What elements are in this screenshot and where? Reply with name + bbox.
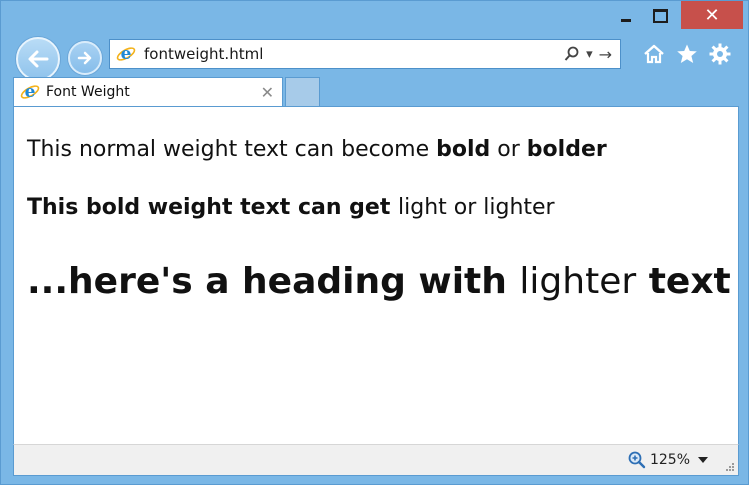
tab-ie-logo-icon: e [20, 82, 40, 102]
connector-text: or [490, 137, 527, 162]
bold-text: bold [436, 137, 491, 162]
svg-text:e: e [121, 44, 132, 64]
go-arrow-icon[interactable]: → [599, 45, 612, 64]
status-bar: 125% [13, 444, 739, 476]
bolder-text: bolder [526, 137, 607, 162]
maximize-button[interactable] [643, 1, 677, 31]
minimize-icon [621, 18, 631, 22]
toolbar-icons [637, 41, 737, 67]
svg-text:e: e [25, 82, 36, 102]
forward-button[interactable] [68, 41, 102, 75]
favorites-star-icon[interactable] [676, 43, 698, 65]
bold-weight-paragraph: This bold weight text can get light or l… [27, 195, 555, 220]
zoom-level: 125% [649, 452, 690, 468]
address-input[interactable]: fontweight.html [144, 45, 564, 63]
tab-title: Font Weight [46, 84, 130, 100]
tab-font-weight[interactable]: e Font Weight ✕ [13, 77, 283, 106]
settings-gear-icon[interactable] [709, 43, 731, 65]
page-content: This normal weight text can become bold … [13, 106, 739, 444]
minimize-button[interactable] [611, 1, 641, 31]
address-bar[interactable]: e fontweight.html ▾ → [109, 39, 621, 69]
back-arrow-icon [28, 50, 49, 68]
normal-weight-paragraph: This normal weight text can become bold … [27, 137, 607, 162]
browser-window: ✕ e fontweight.html ▾ → e Font Weight ✕ … [0, 0, 749, 485]
maximize-icon [652, 9, 668, 23]
close-icon: ✕ [704, 4, 720, 26]
heading: ...here's a heading with lighter text [27, 261, 731, 302]
zoom-dropdown-icon[interactable] [698, 457, 708, 463]
heading-text-word: text [648, 261, 731, 302]
back-button[interactable] [16, 37, 60, 81]
ie-logo-icon: e [116, 44, 136, 64]
heading-bold-text: ...here's a heading with [27, 261, 520, 302]
heading-lighter-text: lighter [519, 261, 637, 302]
new-tab-button[interactable] [285, 77, 320, 106]
close-window-button[interactable]: ✕ [681, 1, 743, 29]
light-text: light or lighter [398, 195, 555, 220]
search-dropdown-icon[interactable]: ▾ [586, 47, 593, 62]
resize-grip-icon[interactable] [725, 462, 735, 472]
tab-close-icon[interactable]: ✕ [261, 83, 274, 102]
normal-text: This normal weight text can become [27, 137, 437, 162]
bold-text: This bold weight text can get [27, 195, 399, 220]
forward-arrow-icon [77, 51, 92, 65]
zoom-control[interactable]: 125% [628, 451, 690, 469]
zoom-icon [628, 451, 646, 469]
home-icon[interactable] [643, 44, 665, 64]
search-icon[interactable] [564, 46, 580, 62]
heading-space [636, 261, 649, 302]
